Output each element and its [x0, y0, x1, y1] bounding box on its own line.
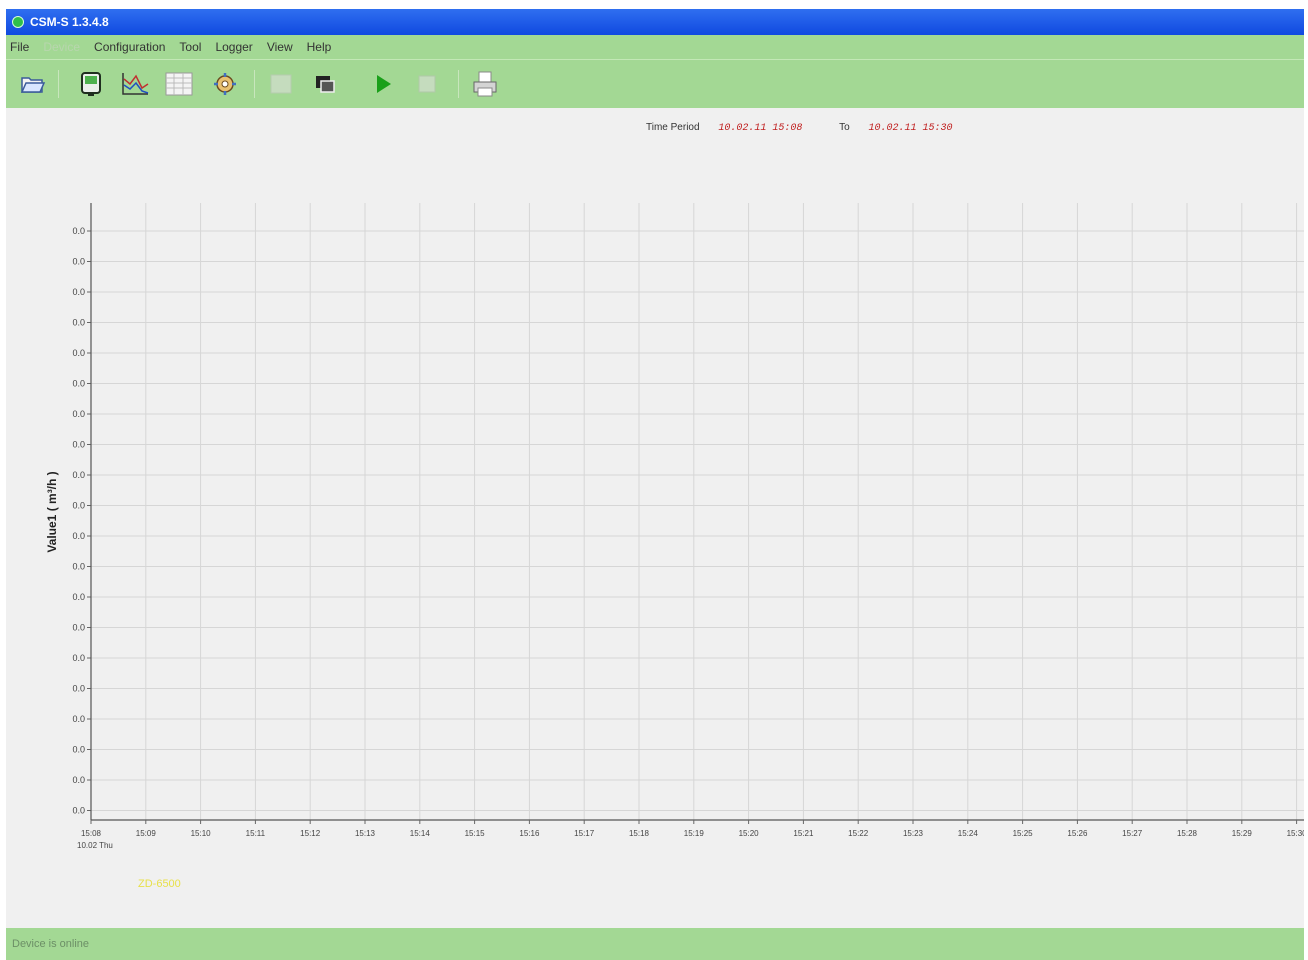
- x-tick-label: 15:22: [848, 829, 869, 838]
- x-tick-label: 15:11: [246, 829, 266, 838]
- x-tick-label: 15:24: [958, 829, 979, 838]
- x-tick-label: 15:25: [1013, 829, 1034, 838]
- x-tick-label: 15:30: [1287, 829, 1304, 838]
- status-text: Device is online: [12, 938, 90, 950]
- legend-label: ZD-6500: [138, 878, 181, 890]
- chart-panel: Time Period 10.02.11 15:08 To 10.02.11 1…: [6, 108, 1304, 928]
- y-tick-label: 0.0: [72, 318, 85, 328]
- status-bar: Device is online: [6, 928, 1304, 960]
- y-tick-label: 0.0: [72, 257, 85, 267]
- print-icon[interactable]: [470, 69, 500, 99]
- menu-configuration[interactable]: Configuration: [94, 40, 165, 54]
- menu-bar: File Device Configuration Tool Logger Vi…: [6, 35, 1304, 59]
- x-tick-label: 15:09: [136, 829, 157, 838]
- x-tick-label: 15:12: [300, 829, 321, 838]
- y-tick-label: 0.0: [72, 775, 85, 785]
- y-tick-label: 0.0: [72, 653, 85, 663]
- x-tick-label: 15:21: [793, 829, 814, 838]
- chart-icon[interactable]: [120, 69, 150, 99]
- trend-chart[interactable]: 0.0 0.0 0.0 0.0 0.0 0.0 0.0 0.0 0.0 0.0 0.0 0.0 0.0 0…: [6, 108, 1304, 928]
- y-tick-label: 0.0: [72, 379, 85, 389]
- window-icon[interactable]: [310, 69, 340, 99]
- x-tick-label: 15:14: [410, 829, 431, 838]
- app-logo-icon: [12, 16, 24, 28]
- title-bar[interactable]: CSM-S 1.3.4.8: [6, 9, 1304, 35]
- y-tick-label: 0.0: [72, 409, 85, 419]
- x-tick-label: 15:28: [1177, 829, 1198, 838]
- menu-view[interactable]: View: [267, 40, 293, 54]
- y-tick-label: 0.0: [72, 592, 85, 602]
- settings-icon[interactable]: [210, 69, 240, 99]
- x-tick-label: 15:29: [1232, 829, 1253, 838]
- app-window: CSM-S 1.3.4.8 File Device Configuration …: [6, 9, 1304, 960]
- y-tick-label: 0.0: [72, 562, 85, 572]
- menu-tool[interactable]: Tool: [179, 40, 201, 54]
- x-tick-label: 15:20: [739, 829, 760, 838]
- x-tick-label: 15:26: [1067, 829, 1088, 838]
- window-title: CSM-S 1.3.4.8: [30, 15, 109, 29]
- y-tick-label: 0.0: [72, 806, 85, 816]
- y-tick-label: 0.0: [72, 714, 85, 724]
- y-tick-label: 0.0: [72, 440, 85, 450]
- x-tick-label: 15:19: [684, 829, 705, 838]
- x-tick-label: 15:27: [1122, 829, 1143, 838]
- menu-logger[interactable]: Logger: [215, 40, 252, 54]
- x-tick-label: 15:15: [465, 829, 486, 838]
- open-folder-icon[interactable]: [18, 69, 48, 99]
- play-icon[interactable]: [368, 69, 398, 99]
- menu-device[interactable]: Device: [43, 40, 80, 54]
- y-tick-label: 0.0: [72, 501, 85, 511]
- y-tick-label: 0.0: [72, 531, 85, 541]
- y-tick-label: 0.0: [72, 470, 85, 480]
- x-tick-label: 15:17: [574, 829, 595, 838]
- x-tick-label: 15:16: [519, 829, 540, 838]
- x-tick-label: 15:13: [355, 829, 376, 838]
- y-tick-label: 0.0: [72, 684, 85, 694]
- y-tick-label: 0.0: [72, 348, 85, 358]
- x-tick-label: 15:08: [81, 829, 102, 838]
- menu-help[interactable]: Help: [307, 40, 332, 54]
- stop-icon[interactable]: [412, 69, 442, 99]
- toolbar: [6, 59, 1304, 108]
- table-icon[interactable]: [164, 69, 194, 99]
- y-tick-label: 0.0: [72, 623, 85, 633]
- x-axis-date-label: 10.02 Thu: [77, 841, 113, 850]
- x-tick-label: 15:18: [629, 829, 650, 838]
- x-tick-label: 15:10: [191, 829, 212, 838]
- menu-file[interactable]: File: [10, 40, 29, 54]
- y-axis-label: Value1 ( m³/h ): [45, 471, 59, 552]
- device-icon[interactable]: [76, 69, 106, 99]
- disabled-icon[interactable]: [266, 69, 296, 99]
- y-tick-label: 0.0: [72, 745, 85, 755]
- y-tick-label: 0.0: [72, 287, 85, 297]
- y-tick-label: 0.0: [72, 226, 85, 236]
- x-tick-label: 15:23: [903, 829, 924, 838]
